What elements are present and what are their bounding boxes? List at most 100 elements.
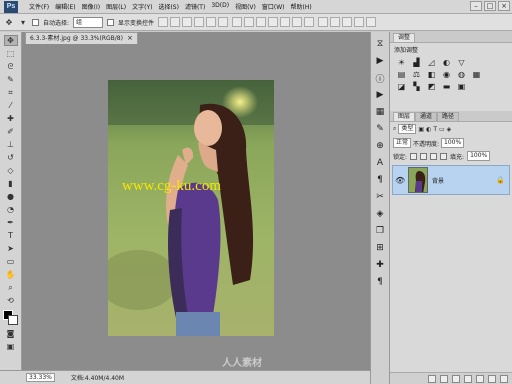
menu-help[interactable]: 帮助(H) [288, 2, 315, 11]
tab-paths[interactable]: 路径 [437, 112, 460, 121]
new-layer-icon[interactable] [488, 374, 496, 383]
tab-channels[interactable]: 通道 [415, 112, 438, 121]
auto-align-button[interactable] [304, 17, 315, 27]
menu-view[interactable]: 视图(V) [232, 2, 259, 11]
styles-icon[interactable]: ✚ [374, 259, 386, 271]
eyedropper-tool-icon[interactable]: ⁄ [4, 100, 18, 111]
opacity-input[interactable]: 100% [441, 138, 465, 148]
minimize-button[interactable]: – [470, 1, 482, 11]
selective-color-icon[interactable]: ▣ [456, 82, 467, 91]
paragraph-icon[interactable]: ¶ [374, 174, 386, 186]
notes-icon[interactable]: ¶ [374, 276, 386, 288]
quick-mask-icon[interactable]: ◙ [4, 328, 18, 339]
filter-shape-icon[interactable]: ▭ [439, 126, 445, 133]
zoom-tool-icon[interactable]: ⌕ [4, 282, 18, 293]
blend-mode-select[interactable]: 正常 [393, 138, 412, 148]
align-hcenter-button[interactable] [206, 17, 217, 27]
photo-filter-icon[interactable]: ◉ [441, 70, 452, 79]
delete-layer-icon[interactable] [500, 374, 508, 383]
menu-filter[interactable]: 滤镜(T) [182, 2, 208, 11]
image-canvas[interactable] [108, 80, 274, 336]
lock-position-icon[interactable] [430, 152, 438, 160]
menu-layer[interactable]: 图层(L) [103, 2, 129, 11]
screen-mode-icon[interactable]: ▣ [4, 341, 18, 352]
3d-scale-button[interactable] [366, 17, 377, 27]
gradient-map-icon[interactable]: ▬ [441, 82, 452, 91]
maximize-button[interactable]: □ [484, 1, 496, 11]
history-brush-tool-icon[interactable]: ↺ [4, 152, 18, 163]
type-tool-icon[interactable]: T [4, 230, 18, 241]
eraser-tool-icon[interactable]: ◇ [4, 165, 18, 176]
menu-select[interactable]: 选择(S) [155, 2, 182, 11]
new-adjustment-icon[interactable] [464, 374, 472, 383]
threshold-icon[interactable]: ◩ [426, 82, 437, 91]
layer-kind-select[interactable]: 类型 [398, 124, 417, 134]
dropdown-arrow-icon[interactable]: ▾ [18, 17, 28, 27]
layer-row[interactable]: 👁 背景 🔒 [392, 165, 510, 195]
layer-comps-icon[interactable]: ❐ [374, 225, 386, 237]
background-color-swatch[interactable] [7, 315, 18, 325]
clone-stamp-tool-icon[interactable]: ⊥ [4, 139, 18, 150]
3d-drag-button[interactable] [342, 17, 353, 27]
channel-mixer-icon[interactable]: ◍ [456, 70, 467, 79]
distribute-left-button[interactable] [268, 17, 279, 27]
link-layers-icon[interactable] [428, 374, 436, 383]
clone-source-icon[interactable]: ⊕ [374, 140, 386, 152]
color-swatches[interactable] [2, 310, 19, 326]
3d-slide-button[interactable] [354, 17, 365, 27]
fill-input[interactable]: 100% [467, 151, 491, 161]
dodge-tool-icon[interactable]: ◔ [4, 204, 18, 215]
filter-smart-icon[interactable]: ◈ [447, 126, 452, 133]
tab-adjustments[interactable]: 调整 [393, 33, 416, 42]
black-white-icon[interactable]: ◧ [426, 70, 437, 79]
gradient-tool-icon[interactable]: ▮ [4, 178, 18, 189]
posterize-icon[interactable]: ▚ [411, 82, 422, 91]
visibility-eye-icon[interactable]: 👁 [395, 176, 405, 185]
move-tool-icon[interactable]: ✥ [3, 35, 18, 46]
lock-transparency-icon[interactable] [410, 152, 418, 160]
menu-edit[interactable]: 编辑(E) [52, 2, 78, 11]
healing-brush-tool-icon[interactable]: ✚ [4, 113, 18, 124]
show-transform-checkbox[interactable] [107, 18, 115, 26]
distribute-hcenter-button[interactable] [280, 17, 291, 27]
3d-tool-icon[interactable]: ⟲ [4, 295, 18, 306]
3d-roll-button[interactable] [330, 17, 341, 27]
play-icon[interactable]: ▶ [374, 55, 386, 67]
tab-layers[interactable]: 图层 [393, 112, 416, 121]
new-group-icon[interactable] [476, 374, 484, 383]
distribute-top-button[interactable] [232, 17, 243, 27]
hue-saturation-icon[interactable]: ▤ [396, 70, 407, 79]
brush-presets-icon[interactable]: ✎ [374, 123, 386, 135]
lock-all-icon[interactable] [440, 152, 448, 160]
vibrance-icon[interactable]: ▽ [456, 58, 467, 67]
filter-type-icon[interactable]: T [433, 126, 437, 133]
document-size[interactable]: 文档:4.40M/4.40M [71, 373, 124, 382]
menu-file[interactable]: 文件(F) [26, 2, 52, 11]
distribute-right-button[interactable] [292, 17, 303, 27]
blur-tool-icon[interactable]: ● [4, 191, 18, 202]
info-icon[interactable]: ⓘ [374, 72, 386, 85]
auto-select-checkbox[interactable] [32, 18, 39, 26]
tool-presets-icon[interactable]: ✂ [374, 191, 386, 203]
3d-rotate-button[interactable] [318, 17, 329, 27]
history-icon[interactable]: ⧖ [374, 38, 386, 50]
add-mask-icon[interactable] [452, 374, 460, 383]
pen-tool-icon[interactable]: ✒ [4, 217, 18, 228]
align-bottom-button[interactable] [182, 17, 193, 27]
filter-pixel-icon[interactable]: ▣ [418, 126, 424, 133]
filter-adjust-icon[interactable]: ◐ [426, 126, 431, 133]
align-left-button[interactable] [194, 17, 205, 27]
quick-select-tool-icon[interactable]: ✎ [4, 74, 18, 85]
hand-tool-icon[interactable]: ✋ [4, 269, 18, 280]
marquee-tool-icon[interactable]: ⬚ [4, 48, 18, 59]
navigator-icon[interactable]: ⊞ [374, 242, 386, 254]
exposure-icon[interactable]: ◐ [441, 58, 452, 67]
close-button[interactable]: × [498, 1, 510, 11]
3d-panel-icon[interactable]: ◈ [374, 208, 386, 220]
color-lookup-icon[interactable]: ▦ [471, 70, 482, 79]
menu-type[interactable]: 文字(Y) [129, 2, 155, 11]
color-balance-icon[interactable]: ⚖ [411, 70, 422, 79]
lasso-tool-icon[interactable]: ᘓ [4, 61, 18, 72]
character-icon[interactable]: A [374, 157, 386, 169]
zoom-level[interactable]: 33.33% [26, 373, 55, 382]
